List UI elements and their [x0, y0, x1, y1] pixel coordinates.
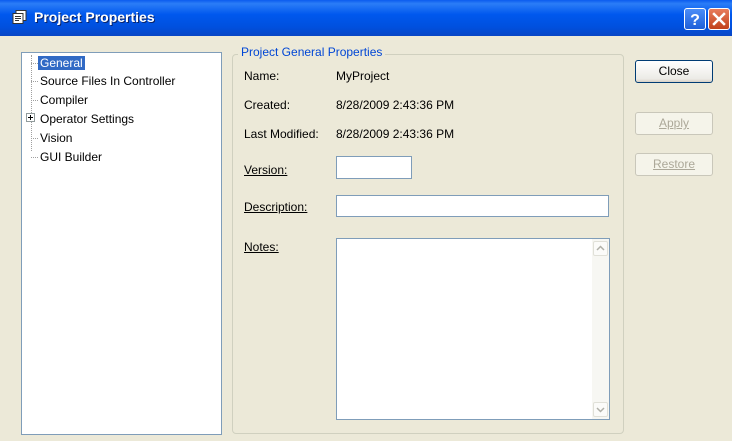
question-mark-icon: ?: [690, 12, 700, 29]
scroll-up-arrow-icon[interactable]: [593, 241, 608, 256]
created-value: 8/28/2009 2:43:36 PM: [336, 98, 455, 112]
description-label: Description:: [244, 200, 308, 214]
tree-item-vision[interactable]: Vision: [38, 130, 74, 146]
tree-item-source-files[interactable]: Source Files In Controller: [38, 73, 177, 89]
title-bar: Project Properties ?: [0, 0, 732, 36]
svg-text:?: ?: [690, 12, 700, 29]
name-value: MyProject: [336, 69, 390, 83]
group-title: Project General Properties: [238, 45, 386, 59]
notes-label: Notes:: [244, 240, 279, 254]
created-label: Created:: [244, 98, 291, 112]
version-label: Version:: [244, 163, 288, 177]
window-title: Project Properties: [34, 9, 155, 25]
name-label: Name:: [244, 69, 280, 83]
last-modified-label: Last Modified:: [244, 127, 319, 141]
last-modified-value: 8/28/2009 2:43:36 PM: [336, 127, 455, 141]
expand-plus-icon[interactable]: [26, 113, 35, 122]
apply-button[interactable]: Apply: [635, 112, 713, 135]
notes-scrollbar[interactable]: [592, 239, 609, 419]
notes-textarea[interactable]: [336, 238, 610, 420]
tree-connector: [31, 55, 32, 151]
project-properties-icon: [12, 10, 27, 25]
restore-button[interactable]: Restore: [635, 153, 713, 176]
tree-item-compiler[interactable]: Compiler: [38, 92, 90, 108]
close-button[interactable]: Close: [635, 60, 713, 83]
tree-item-operator-settings[interactable]: Operator Settings: [38, 111, 136, 127]
window-close-button[interactable]: [708, 8, 730, 30]
description-field[interactable]: [336, 195, 609, 217]
tree-item-general[interactable]: General: [38, 55, 85, 71]
category-tree[interactable]: General Source Files In Controller Compi…: [21, 52, 222, 435]
close-x-icon: [712, 12, 726, 26]
scroll-down-arrow-icon[interactable]: [593, 402, 608, 417]
version-field[interactable]: [336, 156, 412, 179]
tree-item-gui-builder[interactable]: GUI Builder: [38, 149, 104, 165]
help-button[interactable]: ?: [684, 8, 706, 30]
